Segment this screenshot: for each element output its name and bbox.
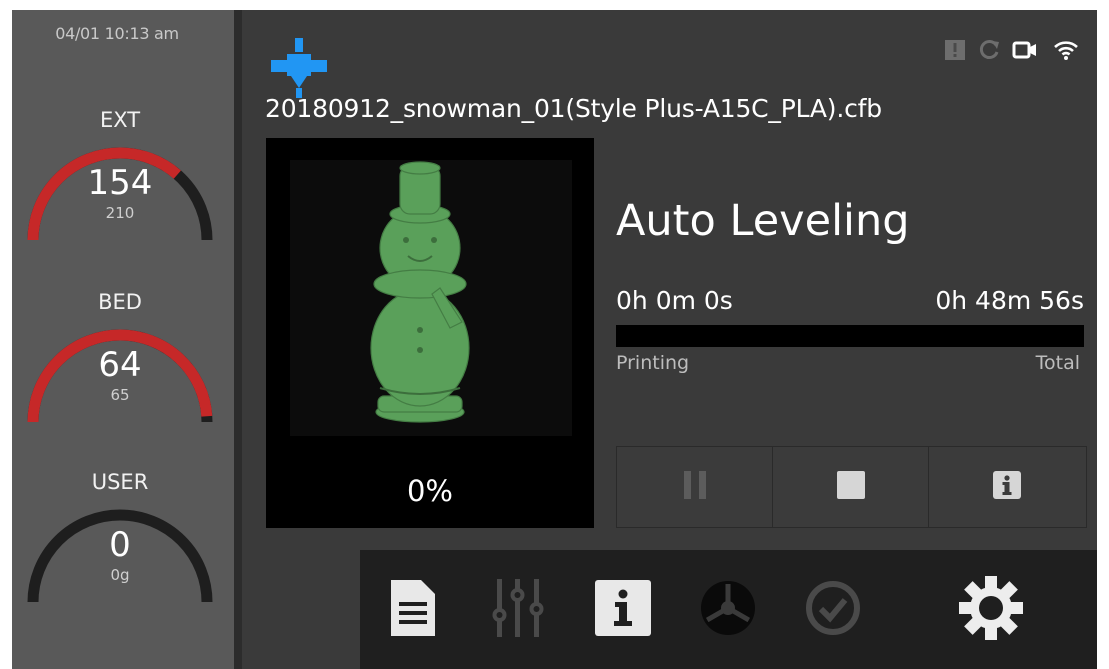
info-button[interactable]	[929, 447, 1085, 527]
caption-total: Total	[1035, 352, 1080, 374]
time-total: 0h 48m 56s	[935, 286, 1084, 315]
nav-info[interactable]	[570, 550, 675, 669]
stop-icon	[836, 470, 866, 504]
bed-gauge-label: BED	[98, 290, 142, 314]
nav-files[interactable]	[360, 550, 465, 669]
extruder-gauge[interactable]: EXT 154 210	[20, 108, 220, 241]
pause-icon	[682, 470, 708, 504]
tune-icon	[491, 578, 545, 641]
nav-tune[interactable]	[465, 550, 570, 669]
nav-print-head[interactable]	[244, 10, 354, 129]
user-gauge[interactable]: USER 0 0g	[20, 470, 220, 603]
print-head-icon	[271, 37, 327, 102]
pause-button[interactable]	[617, 447, 773, 527]
bottom-nav	[360, 550, 1097, 669]
file-name: 20180912_snowman_01(Style Plus-A15C_PLA)…	[265, 94, 882, 123]
temperature-panel: 04/01 10:13 am EXT 154 210 BED 64 65 USE…	[12, 10, 234, 669]
printer-screen: 04/01 10:13 am EXT 154 210 BED 64 65 USE…	[12, 10, 1097, 669]
file-icon	[390, 579, 435, 640]
nav-settings[interactable]	[885, 550, 1097, 669]
snowman-model-image	[370, 161, 470, 423]
model-preview	[290, 160, 572, 436]
info-icon	[594, 579, 651, 640]
print-controls	[616, 446, 1087, 528]
camera-icon[interactable]	[1012, 39, 1038, 61]
extruder-temp-target: 210	[105, 204, 135, 222]
extruder-gauge-label: EXT	[99, 108, 141, 132]
clock: 04/01 10:13 am	[55, 24, 179, 43]
bed-temp-value: 64	[98, 345, 142, 385]
user-gauge-label: USER	[91, 470, 149, 494]
check-icon	[805, 580, 861, 640]
progress-percent: 0%	[406, 474, 453, 508]
time-elapsed: 0h 0m 0s	[616, 286, 733, 315]
filament-icon	[700, 580, 756, 640]
caption-printing: Printing	[616, 352, 690, 374]
sync-icon[interactable]	[979, 39, 1001, 61]
settings-icon	[959, 575, 1023, 644]
extruder-temp-value: 154	[87, 163, 153, 203]
job-status: Auto Leveling	[616, 196, 910, 246]
panel-divider	[234, 10, 242, 669]
bed-temp-target: 65	[110, 386, 130, 404]
nav-filament[interactable]	[675, 550, 780, 669]
stop-button[interactable]	[773, 447, 929, 527]
nav-check[interactable]	[780, 550, 885, 669]
model-preview-panel: 0%	[266, 138, 594, 528]
alert-icon[interactable]	[944, 39, 966, 61]
progress-bar	[616, 325, 1084, 347]
info-icon	[992, 470, 1022, 504]
wifi-icon[interactable]	[1053, 39, 1079, 61]
user-filament-weight: 0g	[110, 566, 130, 584]
bed-gauge[interactable]: BED 64 65	[20, 290, 220, 423]
user-filament-value: 0	[109, 525, 131, 565]
